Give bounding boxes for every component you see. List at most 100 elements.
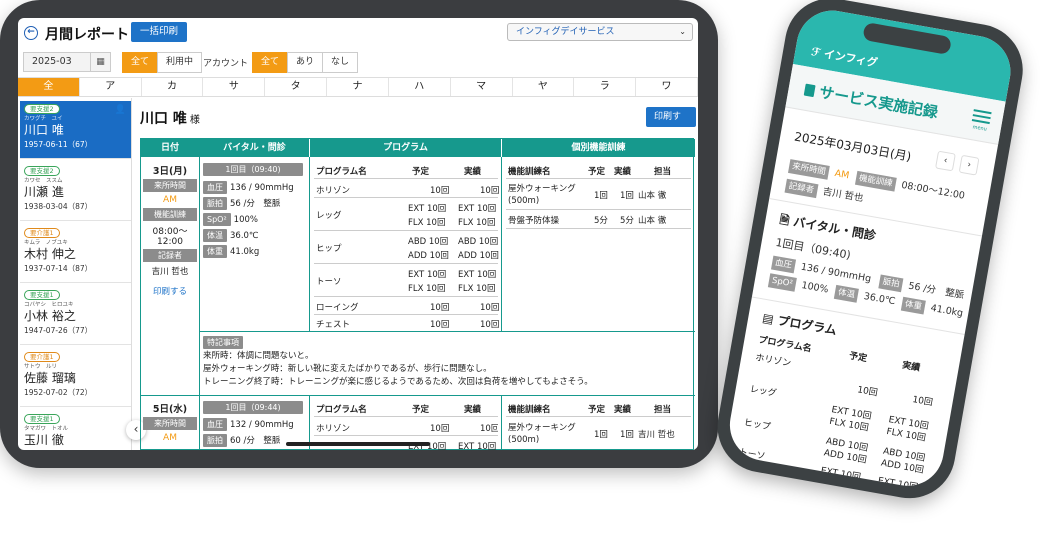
usage-filter: 全て 利用中 [122, 52, 203, 73]
usage-filter-all[interactable]: 全て [122, 52, 159, 73]
training-actual: 5分 [620, 216, 634, 226]
next-day-button[interactable]: › [958, 154, 980, 176]
vital-label: 脈拍 [203, 434, 227, 447]
record-date-cell: 5日(水) 来所時間 AM [141, 401, 199, 443]
recorder-name: 吉川 哲也 [151, 267, 189, 277]
program-plan: FLX 10回 [408, 218, 446, 228]
kana-tab[interactable]: ナ [327, 78, 389, 96]
program-name: ホリゾン [316, 424, 351, 434]
vital-row: 脈拍 60 /分 整脈 [203, 434, 280, 447]
kana-tab[interactable]: ワ [636, 78, 698, 96]
kana-tab[interactable]: タ [265, 78, 328, 96]
divider [141, 395, 695, 396]
client-furigana: カワグチ ユイ [24, 116, 63, 122]
facility-select[interactable]: インフィグデイサービス ⌄ [507, 23, 693, 41]
program-row: レッグ EXT 10回 FLX 10回 EXT 10回 FLX 10回 [314, 199, 498, 231]
prev-day-button[interactable]: ‹ [935, 150, 956, 172]
care-level-badge: 要支援1 [24, 414, 60, 424]
program-actual: ADD 10回 [458, 251, 499, 261]
program-plan: 10回 [430, 186, 450, 196]
program-row: チェスト 10回 10回 [314, 316, 499, 331]
note-line: 来所時：体調に問題ないと。 [203, 351, 314, 361]
client-name: 川口 唯 [24, 123, 64, 137]
program-header-plan: 予定 [412, 167, 430, 177]
vital-row: 体温 36.0℃ [203, 229, 258, 242]
divider [199, 331, 695, 332]
program-plan: 10回 [430, 320, 450, 330]
back-arrow-icon[interactable]: ← [24, 26, 38, 40]
usage-filter-active[interactable]: 利用中 [157, 52, 203, 73]
document-icon: ▤ [761, 310, 775, 327]
account-filter-all[interactable]: 全て [252, 52, 289, 73]
column-header-program: プログラム [310, 139, 501, 157]
honorific: 様 [189, 115, 200, 126]
app-logo: ℱ インフィグ [810, 43, 879, 70]
training-time-end: 12:00 [157, 237, 183, 247]
vital-label: 血圧 [770, 255, 797, 274]
program-row: ホリゾン 10回 10回 [314, 180, 499, 198]
record-print-link[interactable]: 印刷する [141, 285, 199, 297]
note-line: 屋外ウォーキング時：新しい靴に変えたばかりであるが、歩行に問題なし。 [203, 364, 492, 374]
program-section-text: プログラム [776, 313, 838, 338]
care-level-badge: 要介護1 [24, 228, 60, 238]
client-item[interactable]: 要介護1 キムラ ノブユキ 木村 伸之 1937-07-14（87） [20, 225, 131, 283]
training-row: 骨盤予防体操 5分 5分 山本 徹 [506, 211, 691, 229]
program-actual: EXT 10回 [876, 476, 919, 492]
program-plan: ABD 10回 [408, 237, 449, 247]
bulk-print-button[interactable]: 一括印刷 [131, 22, 188, 42]
selected-client-name: 川口 唯 [140, 111, 187, 127]
vital-value: 60 /分 整脈 [230, 436, 281, 446]
kana-tab[interactable]: 全 [18, 78, 80, 96]
logo-mark-icon: ℱ [810, 45, 822, 60]
program-plan: 10回 [430, 303, 450, 313]
vital-round-label: 1回目（09:44) [203, 401, 303, 414]
training-header-plan: 予定 [588, 167, 606, 177]
program-actual: ABD 10回 [458, 237, 499, 247]
vital-label: 脈拍 [878, 274, 904, 293]
client-item[interactable]: 要支援2 カワセ ススム 川瀬 進 1938-03-04（87） [20, 163, 131, 221]
program-plan: FLX 10回 [408, 284, 446, 294]
program-header-row: プログラム名 予定 実績 [314, 161, 498, 179]
account-filter-yes[interactable]: あり [287, 52, 324, 73]
program-plan: 10回 [430, 424, 450, 434]
account-label: アカウント [203, 59, 249, 69]
kana-tab[interactable]: カ [142, 78, 204, 96]
training-name-detail: (500m) [508, 196, 540, 206]
column-header-vital: バイタル・問診 [200, 139, 309, 157]
calendar-icon[interactable]: ▦ [90, 53, 110, 71]
vital-value: 132 / 90mmHg [230, 420, 294, 430]
arrival-label: 来所時間 [143, 417, 197, 430]
kana-tab[interactable]: サ [203, 78, 266, 96]
vital-value: 36.0℃ [862, 290, 897, 308]
kana-tab[interactable]: ヤ [513, 78, 575, 96]
vital-row: 血圧 132 / 90mmHg [203, 418, 294, 431]
arrival-label: 来所時間 [787, 159, 830, 180]
menu-icon[interactable]: menu [970, 106, 992, 133]
client-item[interactable]: 要介護1 サトウ ルリ 佐藤 瑠璃 1952-07-02（72） [20, 349, 131, 407]
kana-tab[interactable]: ア [80, 78, 142, 96]
notes-label: 特記事項 [203, 336, 243, 349]
program-plan: EXT 10回 [408, 204, 447, 214]
vital-label: 血圧 [203, 181, 227, 194]
kana-tab[interactable]: ラ [574, 78, 637, 96]
client-dob: 1947-07-26（77） [24, 326, 93, 335]
kana-tab[interactable]: ハ [389, 78, 451, 96]
vital-label: 体重 [900, 296, 926, 315]
program-row: ヒップ ABD 10回 ADD 10回 ABD 10回 ADD 10回 [314, 232, 499, 264]
client-item[interactable]: 要支援2 👤 カワグチ ユイ 川口 唯 1957-06-11（67） [20, 101, 131, 159]
report-main: 川口 唯様 印刷する 日付 バイタル・問診 プログラム 個別機能訓練 3日(月)… [140, 98, 696, 450]
vital-round: 1回目（09:44) [203, 401, 306, 414]
kana-tab[interactable]: マ [451, 78, 513, 96]
print-button[interactable]: 印刷する [646, 107, 696, 142]
client-item[interactable]: 要支援1 コバヤシ ヒロユキ 小林 裕之 1947-07-26（77） [20, 287, 131, 345]
month-input[interactable]: 2025-03 ▦ [23, 52, 111, 72]
account-filter-no[interactable]: なし [322, 52, 359, 73]
vital-value: 100% [800, 280, 830, 296]
vital-value: 41.0kg [230, 247, 260, 257]
program-name: チェスト [316, 320, 351, 330]
header: ← 月間レポート 一括印刷 インフィグデイサービス ⌄ [18, 18, 698, 50]
column-header-training: 個別機能訓練 [502, 139, 695, 157]
program-header-actual: 実績 [464, 167, 482, 177]
client-item[interactable]: 要支援1 タマガワ トオル 玉川 徹 [20, 411, 131, 450]
note-line: トレーニング終了時：トレーニングが楽に感じるようであるため、次回は負荷を増やして… [203, 377, 593, 387]
